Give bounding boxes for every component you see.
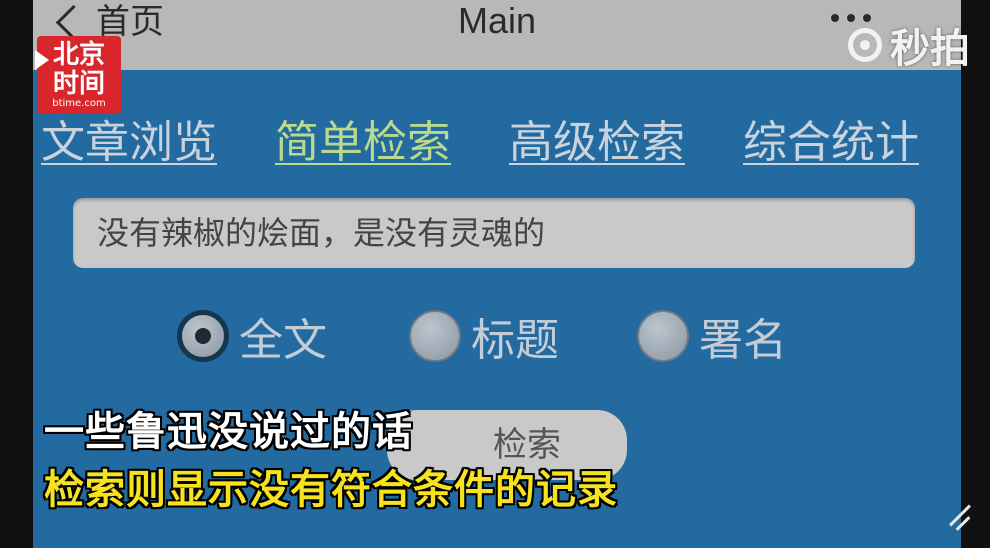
top-navigation-bar: 首页 Main xyxy=(33,0,961,70)
camera-eye-icon xyxy=(848,28,882,62)
radio-author[interactable]: 署名 xyxy=(637,304,787,368)
tab-advanced-search[interactable]: 高级检索 xyxy=(509,112,685,174)
radio-author-label: 署名 xyxy=(699,315,787,366)
fullscreen-icon[interactable] xyxy=(944,500,974,531)
radio-title-label: 标题 xyxy=(471,315,559,366)
radio-checked-icon xyxy=(177,310,229,362)
radio-unchecked-icon xyxy=(409,310,461,362)
search-input[interactable]: 没有辣椒的烩面，是没有灵魂的 xyxy=(73,198,915,268)
play-icon xyxy=(35,50,49,70)
search-scope-radio-group: 全文 标题 署名 xyxy=(33,300,961,370)
subtitle-line-1: 一些鲁迅没说过的话 xyxy=(44,409,413,455)
tab-article-browse[interactable]: 文章浏览 xyxy=(41,112,217,174)
radio-fulltext[interactable]: 全文 xyxy=(177,304,327,368)
watermark-text: 秒拍 xyxy=(890,26,970,72)
miaopai-watermark: 秒拍 xyxy=(848,16,970,74)
subtitle-line-2: 检索则显示没有符合条件的记录 xyxy=(44,467,618,513)
nav-tabs: 文章浏览 简单检索 高级检索 综合统计 xyxy=(33,112,961,182)
tab-statistics[interactable]: 综合统计 xyxy=(743,112,919,174)
btime-logo: 北京 时间 btime.com xyxy=(35,36,121,114)
radio-unchecked-icon xyxy=(637,310,689,362)
radio-title[interactable]: 标题 xyxy=(409,304,559,368)
radio-fulltext-label: 全文 xyxy=(239,315,327,366)
page-title: Main xyxy=(457,0,537,41)
tab-simple-search[interactable]: 简单检索 xyxy=(275,112,451,174)
